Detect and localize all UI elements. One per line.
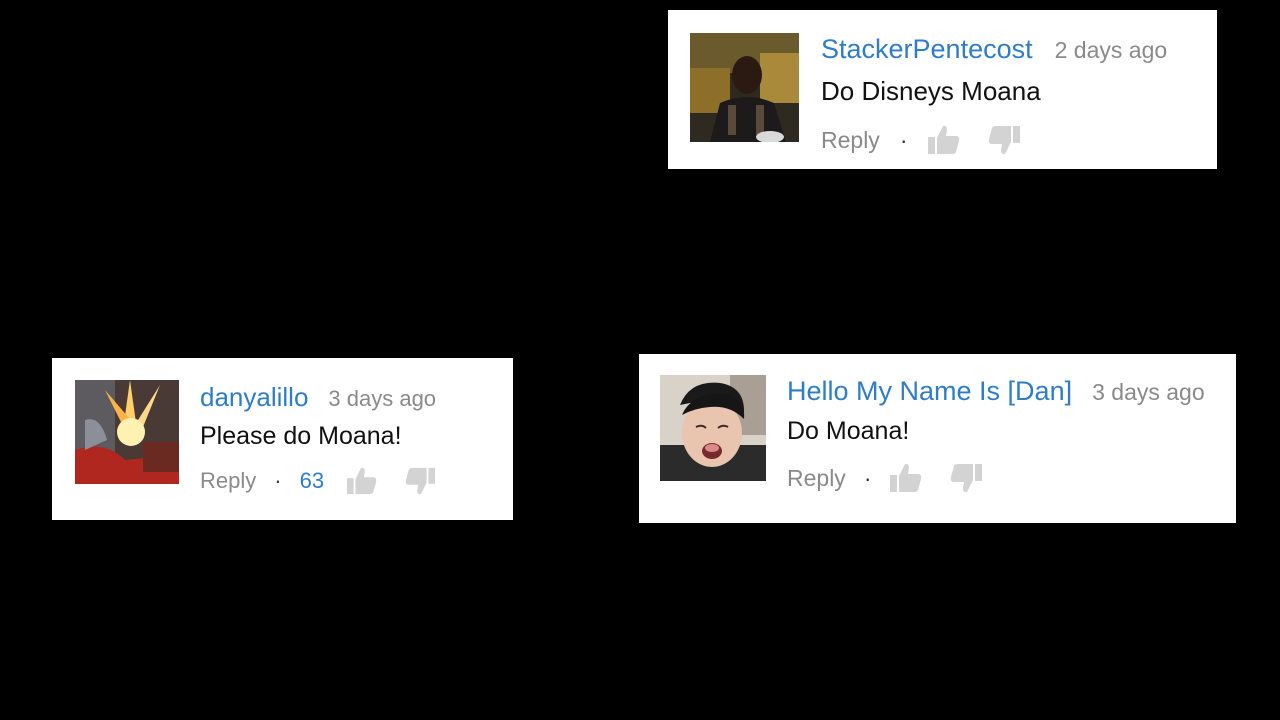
- comment-header: danyalillo 3 days ago: [200, 382, 436, 413]
- user-avatar[interactable]: [690, 33, 799, 142]
- comment-header: Hello My Name Is [Dan] 3 days ago: [787, 376, 1205, 407]
- comment-card: danyalillo 3 days ago Please do Moana! R…: [52, 358, 513, 520]
- thumbs-up-icon[interactable]: [927, 124, 961, 156]
- like-count: 63: [299, 468, 325, 493]
- author-name[interactable]: Hello My Name Is [Dan]: [787, 376, 1072, 407]
- reply-button[interactable]: Reply: [821, 127, 880, 154]
- comment-timestamp[interactable]: 2 days ago: [1055, 37, 1168, 64]
- thumbs-down-icon[interactable]: [404, 466, 436, 496]
- thumbs-down-icon[interactable]: [949, 462, 983, 494]
- author-name[interactable]: StackerPentecost: [821, 34, 1033, 65]
- comment-timestamp[interactable]: 3 days ago: [1092, 379, 1205, 406]
- comment-text: Do Moana!: [787, 417, 910, 445]
- comment-timestamp[interactable]: 3 days ago: [328, 386, 436, 412]
- comment-text: Please do Moana!: [200, 422, 402, 450]
- comment-text: Do Disneys Moana: [821, 76, 1041, 106]
- thumbs-up-icon[interactable]: [889, 462, 923, 494]
- avatar-image: [660, 375, 766, 481]
- comment-actions: Reply ·: [821, 124, 1021, 156]
- comment-card: Hello My Name Is [Dan] 3 days ago Do Moa…: [639, 354, 1236, 523]
- avatar-image: [75, 380, 179, 484]
- separator-dot: ·: [899, 126, 908, 153]
- reply-button[interactable]: Reply: [787, 465, 846, 492]
- reply-button[interactable]: Reply: [200, 468, 256, 494]
- user-avatar[interactable]: [75, 380, 179, 484]
- avatar-image: [690, 33, 799, 142]
- comment-header: StackerPentecost 2 days ago: [821, 34, 1167, 65]
- user-avatar[interactable]: [660, 375, 766, 481]
- separator-dot: ·: [863, 464, 872, 491]
- comment-card: StackerPentecost 2 days ago Do Disneys M…: [668, 10, 1217, 169]
- comment-actions: Reply ·: [787, 462, 983, 494]
- separator-dot: ·: [274, 468, 282, 493]
- author-name[interactable]: danyalillo: [200, 382, 308, 413]
- thumbs-down-icon[interactable]: [987, 124, 1021, 156]
- comment-actions: Reply · 63: [200, 466, 436, 496]
- thumbs-up-icon[interactable]: [346, 466, 378, 496]
